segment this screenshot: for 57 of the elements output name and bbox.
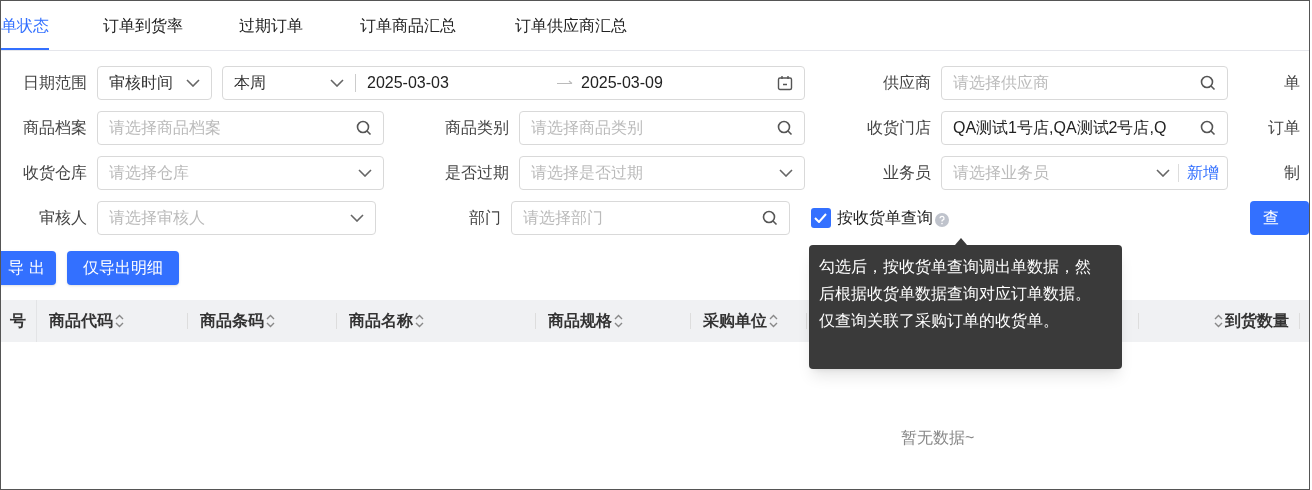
tab[interactable]: 订单供应商汇总 <box>515 1 627 50</box>
tooltip: 勾选后，按收货单查询调出单数据，然后根据收货单数据查询对应订单数据。仅查询关联了采购订单的收货单。 <box>809 245 1122 369</box>
sort-icon[interactable] <box>614 314 623 328</box>
field-label: 收货仓库 <box>22 163 87 183</box>
chevron-down-icon[interactable] <box>1156 169 1170 177</box>
field-label: 业务员 <box>882 163 931 183</box>
field-label: 是否过期 <box>444 163 509 183</box>
search-icon[interactable] <box>1200 75 1216 91</box>
search-icon[interactable] <box>761 210 778 226</box>
arrow-right-icon <box>557 80 573 86</box>
search-icon[interactable] <box>356 120 372 136</box>
query-button[interactable]: 查 <box>1250 201 1309 235</box>
column-header[interactable]: 商品代码 <box>37 300 187 342</box>
calendar-icon[interactable] <box>777 75 793 91</box>
date-range-field[interactable]: 本周 2025-03-03 2025-03-09 <box>222 66 805 100</box>
search-icon[interactable] <box>1200 120 1216 136</box>
column-header[interactable]: 商品规格 <box>536 300 690 342</box>
field-label: 日期范围 <box>22 73 87 93</box>
column-header[interactable]: 采购单位 <box>691 300 806 342</box>
chevron-down-icon[interactable] <box>330 79 344 87</box>
column-header[interactable]: 商品条码 <box>188 300 336 342</box>
field-label: 供应商 <box>882 73 931 93</box>
export-button[interactable]: 仅导出明细 <box>67 251 179 285</box>
field-label: 订单 <box>1267 118 1300 138</box>
field-label: 收货门店 <box>866 118 931 138</box>
field-label: 商品类别 <box>444 118 509 138</box>
sort-icon[interactable] <box>266 314 275 328</box>
tab[interactable]: 订单商品汇总 <box>360 1 456 50</box>
sort-icon[interactable] <box>115 314 124 328</box>
column-header[interactable]: 到货数量 <box>1139 300 1299 342</box>
column-header: 号 <box>1 300 37 342</box>
tab[interactable]: 订单到货率 <box>103 1 183 50</box>
checkmark-icon <box>814 213 828 223</box>
chevron-down-icon[interactable] <box>358 169 372 177</box>
sort-icon[interactable] <box>769 314 778 328</box>
checkbox-label[interactable]: 按收货单查询 <box>836 206 933 230</box>
chevron-down-icon[interactable] <box>350 214 365 222</box>
empty-text: 暂无数据~ <box>901 428 975 448</box>
tab[interactable]: 过期订单 <box>239 1 303 50</box>
select-field[interactable]: 请选择业务员 新增 <box>941 156 1228 190</box>
search-field[interactable]: QA测试1号店,QA测试2号店,Q <box>941 111 1228 145</box>
tab[interactable]: 单状态 <box>1 1 49 50</box>
field-label: 审核人 <box>38 208 87 228</box>
select-field[interactable]: 审核时间 <box>97 66 212 100</box>
checkbox[interactable] <box>810 208 831 228</box>
field-label: 单 <box>1283 73 1300 93</box>
add-link[interactable]: 新增 <box>1187 161 1219 185</box>
export-button[interactable]: 导 出 <box>1 251 56 285</box>
search-icon[interactable] <box>777 120 793 136</box>
sort-icon[interactable] <box>415 314 424 328</box>
sort-icon[interactable] <box>1214 314 1223 328</box>
chevron-down-icon[interactable] <box>186 79 200 87</box>
chevron-down-icon[interactable] <box>779 169 793 177</box>
field-label: 制 <box>1283 163 1300 183</box>
field-label: 部门 <box>468 208 502 228</box>
field-label: 商品档案 <box>22 118 87 138</box>
column-header[interactable]: 商品名称 <box>337 300 535 342</box>
